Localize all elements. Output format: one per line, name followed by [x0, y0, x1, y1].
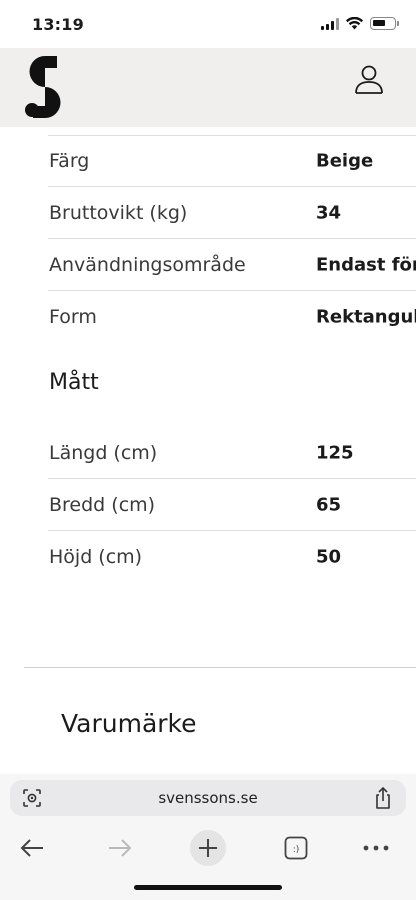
site-header: [0, 48, 416, 127]
tabs-button[interactable]: :): [274, 826, 318, 870]
spec-value: Rektangul: [316, 306, 416, 328]
spec-row-gross-weight: Bruttovikt (kg) 34: [48, 187, 416, 239]
spec-value: 125: [316, 442, 354, 463]
spec-label: Höjd (cm): [49, 546, 143, 568]
svenssons-s-logo-icon[interactable]: [22, 56, 68, 118]
spec-label: Längd (cm): [49, 441, 158, 464]
status-time: 13:19: [32, 15, 84, 34]
wifi-icon: [346, 17, 363, 30]
spec-value: Endast för: [316, 254, 416, 275]
home-indicator[interactable]: [134, 885, 282, 890]
address-bar[interactable]: svenssons.se: [10, 780, 406, 816]
cellular-signal-icon: [321, 17, 339, 30]
more-icon: [363, 845, 389, 851]
section-divider: [24, 667, 416, 668]
user-icon[interactable]: [352, 62, 386, 96]
forward-arrow-icon: [109, 839, 132, 857]
status-bar: 13:19: [0, 0, 416, 48]
url-text[interactable]: svenssons.se: [10, 789, 406, 807]
spec-row-color: Färg Beige: [48, 135, 416, 187]
spec-row-height: Höjd (cm) 50: [48, 531, 416, 583]
brand-section-heading[interactable]: Varumärke: [61, 709, 197, 738]
browser-toolbar: svenssons.se:): [0, 774, 416, 900]
spec-value: 34: [316, 202, 342, 223]
spec-row-usage-area: Användningsområde Endast för: [48, 239, 416, 291]
spec-label: Bruttovikt (kg): [49, 201, 188, 224]
tabs-icon: :): [284, 836, 308, 860]
spec-value: 65: [316, 494, 342, 515]
spec-label: Bredd (cm): [49, 493, 156, 516]
battery-icon: [370, 17, 399, 30]
status-icons: [321, 17, 399, 30]
back-arrow-icon: [20, 839, 43, 857]
forward-button[interactable]: [98, 826, 142, 870]
svg-text::): :): [293, 845, 300, 855]
more-button[interactable]: [354, 826, 398, 870]
back-button[interactable]: [10, 826, 54, 870]
product-specifications: Färg Beige Bruttovikt (kg) 34 Användning…: [0, 127, 416, 774]
browser-nav: :): [0, 826, 416, 870]
spec-value: Beige: [316, 150, 374, 171]
new-tab-button[interactable]: [186, 826, 230, 870]
spec-label: Färg: [49, 149, 90, 172]
spec-value: 50: [316, 546, 342, 568]
spec-row-length: Längd (cm) 125: [48, 427, 416, 479]
share-icon[interactable]: [372, 786, 394, 810]
dimensions-heading: Mått: [49, 370, 99, 395]
new-tab-icon: [190, 830, 226, 866]
spec-label: Användningsområde: [49, 253, 246, 276]
spec-row-width: Bredd (cm) 65: [48, 479, 416, 531]
spec-label: Form: [49, 306, 97, 328]
screen: 13:19 Färg Beige Bruttovikt (kg) 34 Anvä…: [0, 0, 416, 900]
spec-row-shape: Form Rektangul: [48, 291, 416, 343]
